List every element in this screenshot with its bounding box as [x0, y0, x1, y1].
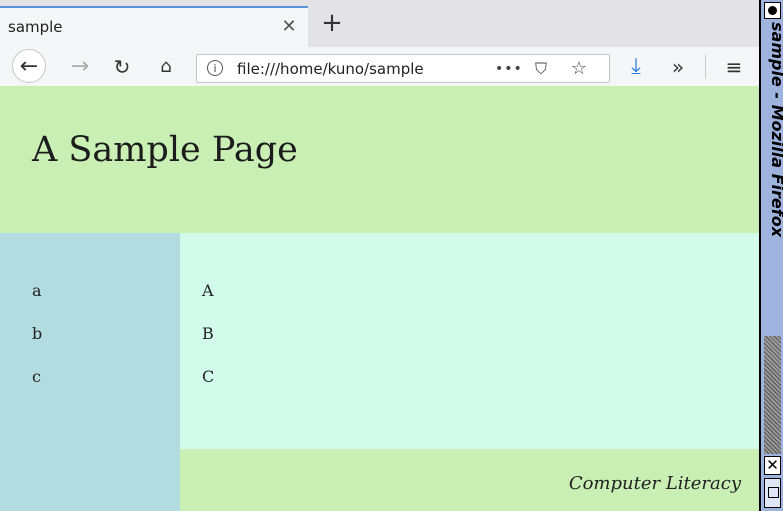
back-arrow-icon[interactable]: ← — [12, 49, 46, 83]
main-item: C — [202, 367, 215, 386]
more-icon[interactable]: ••• — [495, 58, 522, 80]
footer-text: Computer Literacy — [568, 473, 741, 494]
window-close-icon[interactable]: ✕ — [764, 456, 781, 475]
tab-strip: sample ✕ + — [0, 0, 759, 47]
close-icon[interactable]: ✕ — [276, 14, 302, 40]
navigation-toolbar: ← → ↻ ⌂ i file:///home/kuno/sample ••• ⛉… — [0, 47, 759, 87]
sidebar-item: c — [32, 367, 41, 386]
toolbar-separator — [705, 55, 706, 79]
tab-title: sample — [8, 18, 63, 36]
main-item: A — [202, 281, 214, 300]
main-item: B — [202, 324, 214, 343]
tab-sample[interactable]: sample ✕ — [0, 6, 308, 47]
titlebar-pattern — [764, 336, 781, 454]
overflow-icon[interactable]: » — [664, 53, 692, 81]
url-fade — [433, 57, 463, 80]
window-title: sample - Mozilla Firefox — [768, 22, 783, 238]
main-content: A B C — [180, 233, 759, 449]
window-maximize-icon[interactable] — [764, 478, 781, 508]
page-title: A Sample Page — [32, 130, 298, 170]
page-footer: Computer Literacy — [180, 449, 759, 511]
sidebar-item: a — [32, 281, 42, 300]
forward-arrow-icon[interactable]: → — [66, 53, 94, 81]
url-text[interactable]: file:///home/kuno/sample — [237, 60, 457, 78]
page-header: A Sample Page — [0, 86, 759, 233]
url-bar[interactable]: i file:///home/kuno/sample ••• ⛉ ☆ — [196, 54, 610, 83]
sidebar-item: b — [32, 324, 43, 343]
download-icon[interactable]: ⤓ — [622, 53, 650, 81]
browser-window: sample ✕ + ← → ↻ ⌂ i file:///home/kuno/s… — [0, 0, 759, 511]
page-content: A Sample Page a b c A B C Computer Liter… — [0, 86, 759, 511]
plus-icon[interactable]: + — [318, 8, 346, 38]
home-icon[interactable]: ⌂ — [152, 53, 180, 81]
menu-icon[interactable]: ≡ — [720, 53, 748, 81]
window-manager-titlebar[interactable]: sample - Mozilla Firefox ✕ — [759, 0, 783, 511]
info-icon[interactable]: i — [207, 60, 223, 76]
reload-icon[interactable]: ↻ — [108, 53, 136, 81]
star-icon[interactable]: ☆ — [567, 58, 591, 80]
window-menu-icon[interactable] — [764, 2, 781, 19]
sidebar: a b c — [0, 233, 180, 511]
pocket-icon[interactable]: ⛉ — [529, 58, 553, 80]
